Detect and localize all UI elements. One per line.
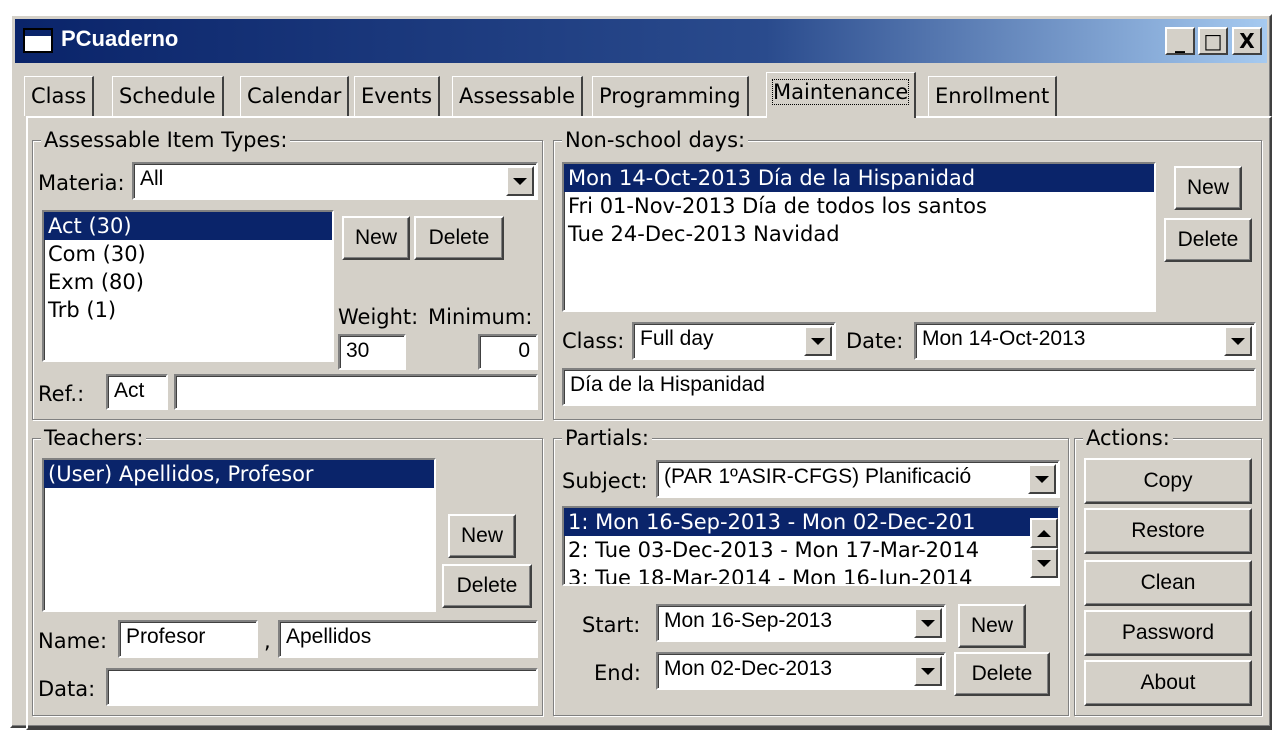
non-school-days-list[interactable]: Mon 14-Oct-2013 Día de la Hispanidad Fri… bbox=[562, 162, 1156, 312]
tab-programming[interactable]: Programming bbox=[592, 76, 749, 116]
start-date-value: Mon 16-Sep-2013 bbox=[664, 609, 833, 632]
list-item[interactable]: Act (30) bbox=[44, 212, 332, 240]
teachers-new-button[interactable]: New bbox=[448, 514, 516, 558]
tab-class[interactable]: Class bbox=[24, 76, 95, 116]
scroll-up-icon[interactable] bbox=[1030, 518, 1058, 548]
tab-schedule[interactable]: Schedule bbox=[112, 76, 224, 116]
ref-label: Ref.: bbox=[38, 382, 85, 406]
materia-label: Materia: bbox=[38, 171, 125, 195]
list-item[interactable]: Trb (1) bbox=[44, 296, 332, 324]
ref-description-input[interactable] bbox=[174, 374, 538, 410]
assessable-types-list[interactable]: Act (30) Com (30) Exm (80) Trb (1) bbox=[42, 210, 334, 362]
day-class-value: Full day bbox=[640, 327, 714, 350]
end-date-value: Mon 02-Dec-2013 bbox=[664, 657, 833, 680]
date-select[interactable]: Mon 14-Oct-2013 bbox=[914, 322, 1256, 360]
day-class-dropdown-arrow-icon[interactable] bbox=[804, 326, 832, 356]
window-title: PCuaderno bbox=[61, 26, 179, 51]
actions-legend: Actions: bbox=[1083, 426, 1173, 450]
tab-maintenance[interactable]: Maintenance bbox=[766, 72, 917, 118]
subject-value: (PAR 1ºASIR-CFGS) Planificació bbox=[664, 465, 972, 488]
password-button[interactable]: Password bbox=[1084, 610, 1252, 656]
name-label: Name: bbox=[38, 629, 108, 653]
day-description-input[interactable]: Día de la Hispanidad bbox=[562, 368, 1256, 406]
ref-code-input[interactable]: Act bbox=[106, 374, 168, 410]
end-date-select[interactable]: Mon 02-Dec-2013 bbox=[656, 652, 946, 690]
tab-calendar[interactable]: Calendar bbox=[240, 76, 350, 116]
tab-assessable[interactable]: Assessable bbox=[452, 76, 584, 116]
end-label: End: bbox=[594, 661, 641, 685]
class-label: Class: bbox=[562, 329, 625, 353]
materia-value: All bbox=[140, 167, 164, 190]
assessable-delete-button[interactable]: Delete bbox=[414, 216, 504, 260]
subject-dropdown-arrow-icon[interactable] bbox=[1028, 464, 1056, 494]
nonschool-new-button[interactable]: New bbox=[1174, 166, 1242, 210]
subject-select[interactable]: (PAR 1ºASIR-CFGS) Planificació bbox=[656, 460, 1060, 498]
main-window: PCuaderno _ □ X Class Schedule Calendar … bbox=[10, 14, 1272, 730]
partials-list[interactable]: 1: Mon 16-Sep-2013 - Mon 02-Dec-201 2: T… bbox=[562, 506, 1060, 586]
teachers-list[interactable]: (User) Apellidos, Profesor bbox=[42, 458, 436, 612]
day-class-select[interactable]: Full day bbox=[632, 322, 836, 360]
list-item[interactable]: Exm (80) bbox=[44, 268, 332, 296]
app-window-icon bbox=[23, 28, 53, 53]
date-value: Mon 14-Oct-2013 bbox=[922, 327, 1086, 350]
materia-select[interactable]: All bbox=[132, 162, 538, 200]
nonschool-delete-button[interactable]: Delete bbox=[1164, 218, 1252, 262]
start-date-dropdown-arrow-icon[interactable] bbox=[914, 608, 942, 638]
nonschool-legend: Non-school days: bbox=[562, 128, 749, 152]
assessable-legend: Assessable Item Types: bbox=[41, 128, 291, 152]
list-item[interactable]: Mon 14-Oct-2013 Día de la Hispanidad bbox=[564, 164, 1154, 192]
teachers-legend: Teachers: bbox=[41, 426, 147, 450]
start-label: Start: bbox=[582, 613, 641, 637]
subject-label: Subject: bbox=[562, 469, 648, 493]
tab-maintenance-label: Maintenance bbox=[771, 79, 910, 105]
minimum-input[interactable]: 0 bbox=[478, 334, 538, 370]
weight-input[interactable]: 30 bbox=[338, 334, 406, 370]
about-button[interactable]: About bbox=[1084, 660, 1252, 706]
list-item[interactable]: Fri 01-Nov-2013 Día de todos los santos bbox=[564, 192, 1154, 220]
restore-button[interactable]: Restore bbox=[1084, 508, 1252, 554]
list-item[interactable]: Com (30) bbox=[44, 240, 332, 268]
list-item[interactable]: Tue 24-Dec-2013 Navidad bbox=[564, 220, 1154, 248]
partials-legend: Partials: bbox=[562, 426, 653, 450]
list-item[interactable]: 3: Tue 18-Mar-2014 - Mon 16-Jun-2014 bbox=[564, 564, 1058, 584]
maximize-button[interactable]: □ bbox=[1198, 27, 1228, 55]
close-button[interactable]: X bbox=[1232, 27, 1262, 55]
minimum-label: Minimum: bbox=[428, 305, 533, 329]
title-bar[interactable]: PCuaderno _ □ X bbox=[15, 19, 1267, 63]
date-dropdown-arrow-icon[interactable] bbox=[1224, 326, 1252, 356]
partials-delete-button[interactable]: Delete bbox=[954, 652, 1050, 696]
clean-button[interactable]: Clean bbox=[1084, 560, 1252, 606]
teachers-delete-button[interactable]: Delete bbox=[442, 564, 532, 608]
list-item[interactable]: 2: Tue 03-Dec-2013 - Mon 17-Mar-2014 bbox=[564, 536, 1058, 564]
tab-events[interactable]: Events bbox=[354, 76, 441, 116]
minimize-button[interactable]: _ bbox=[1165, 27, 1195, 55]
start-date-select[interactable]: Mon 16-Sep-2013 bbox=[656, 604, 946, 642]
list-item[interactable]: 1: Mon 16-Sep-2013 - Mon 02-Dec-201 bbox=[564, 508, 1058, 536]
teacher-last-name-input[interactable]: Apellidos bbox=[278, 620, 538, 658]
scroll-down-icon[interactable] bbox=[1030, 548, 1058, 578]
partials-new-button[interactable]: New bbox=[958, 604, 1026, 648]
name-separator: , bbox=[264, 629, 271, 653]
list-item[interactable]: (User) Apellidos, Profesor bbox=[44, 460, 434, 488]
date-label: Date: bbox=[846, 329, 904, 353]
data-label: Data: bbox=[38, 677, 96, 701]
teacher-data-input[interactable] bbox=[106, 668, 538, 706]
assessable-new-button[interactable]: New bbox=[342, 216, 410, 260]
end-date-dropdown-arrow-icon[interactable] bbox=[914, 656, 942, 686]
teacher-first-name-input[interactable]: Profesor bbox=[118, 620, 258, 658]
copy-button[interactable]: Copy bbox=[1084, 458, 1252, 504]
weight-label: Weight: bbox=[338, 305, 419, 329]
materia-dropdown-arrow-icon[interactable] bbox=[506, 166, 534, 196]
tab-enrollment[interactable]: Enrollment bbox=[928, 76, 1058, 116]
